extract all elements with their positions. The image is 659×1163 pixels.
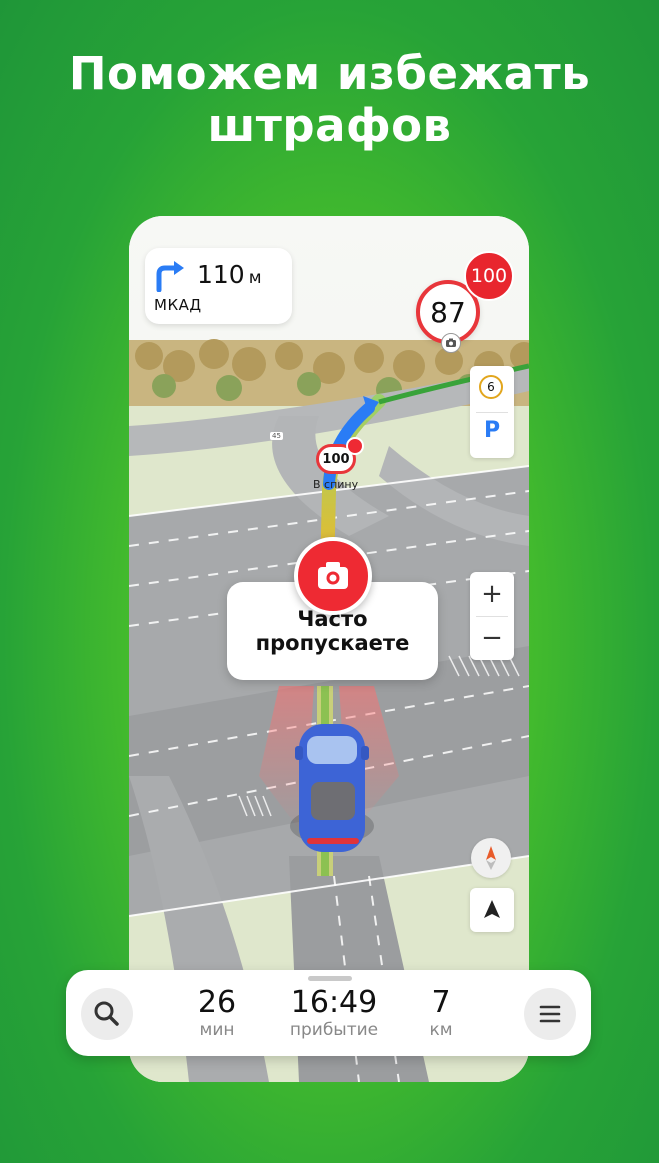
map-layers-panel: 6 P	[470, 366, 514, 458]
maneuver-distance: 110 м	[197, 260, 262, 289]
promo-headline: Поможем избежать штрафов	[0, 48, 659, 152]
zoom-out-button[interactable]: −	[470, 616, 514, 660]
maneuver-road-name: МКАД	[154, 296, 202, 314]
car-marker-icon	[290, 724, 374, 852]
arrival-time-value: 16:49	[290, 985, 378, 1020]
trip-distance-value: 7	[431, 985, 451, 1020]
headline-line-2: штрафов	[207, 99, 452, 152]
speed-limit-badge: 100	[464, 251, 514, 301]
navigation-arrow-icon	[484, 900, 500, 918]
arrival-time-label: прибытие	[289, 1020, 379, 1040]
zoom-controls: + −	[470, 572, 514, 660]
search-icon	[94, 1001, 119, 1026]
zoom-in-button[interactable]: +	[470, 572, 514, 616]
maneuver-distance-unit: м	[248, 268, 262, 288]
compass-icon[interactable]	[471, 838, 511, 878]
trip-distance: 7 км	[406, 985, 476, 1041]
trip-distance-label: км	[429, 1020, 453, 1040]
panel-divider	[476, 412, 508, 413]
menu-button[interactable]	[524, 988, 576, 1040]
sheet-grabber[interactable]	[308, 976, 352, 981]
road-number-label: 45	[270, 432, 283, 440]
headline-line-1: Поможем избежать	[68, 47, 591, 100]
poi-count-badge[interactable]: 6	[479, 375, 503, 399]
maneuver-distance-value: 110	[197, 260, 245, 289]
menu-icon	[539, 1005, 561, 1023]
trip-duration-value: 26	[197, 985, 237, 1020]
trip-info-bar[interactable]: 26 мин 16:49 прибытие 7 км	[66, 970, 591, 1056]
speed-camera-icon	[441, 333, 461, 353]
hint-line-2: пропускаете	[255, 631, 410, 655]
camera-alert-icon	[294, 537, 372, 615]
sign-camera-icon	[346, 437, 364, 455]
turn-right-icon	[156, 261, 184, 292]
maneuver-card[interactable]: 110 м МКАД	[145, 248, 292, 324]
arrival-time: 16:49 прибытие	[274, 985, 394, 1041]
locate-me-button[interactable]	[470, 888, 514, 932]
trip-duration-label: мин	[199, 1020, 235, 1040]
phone-screen: 45 110 м МКАД 87 100 6 P 100 В спину + − …	[129, 216, 529, 1082]
search-button[interactable]	[81, 988, 133, 1040]
trip-duration: 26 мин	[182, 985, 252, 1041]
parking-button[interactable]: P	[470, 418, 514, 443]
camera-direction-label: В спину	[313, 478, 359, 491]
